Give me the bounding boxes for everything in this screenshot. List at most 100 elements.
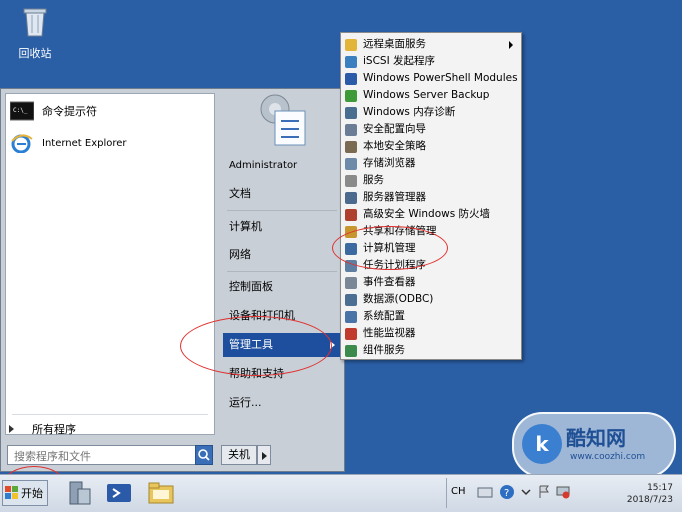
- clock[interactable]: 15:17 2018/7/23: [627, 482, 673, 506]
- places-divider: [227, 210, 337, 211]
- submenu-item[interactable]: 事件查看器: [343, 274, 519, 291]
- backup-icon: [345, 89, 357, 102]
- storage-icon: [345, 157, 357, 170]
- firewall-icon: [345, 208, 357, 221]
- submenu-item[interactable]: Windows Server Backup: [343, 87, 519, 104]
- search-icon: [198, 449, 210, 461]
- component-services-icon: [345, 344, 357, 357]
- pinned-item-label: 命令提示符: [42, 105, 97, 118]
- search-input[interactable]: [12, 447, 196, 465]
- security-wizard-icon: [345, 123, 357, 136]
- policy-icon: [345, 140, 357, 153]
- submenu-item-label: Windows 内存诊断: [363, 106, 456, 118]
- pinned-item-cmd[interactable]: C:\_ 命令提示符: [10, 98, 97, 124]
- watermark-logo: k: [522, 424, 562, 464]
- submenu-item[interactable]: 组件服务: [343, 342, 519, 359]
- clock-date: 2018/7/23: [626, 495, 673, 505]
- submenu-item[interactable]: 远程桌面服务: [343, 36, 519, 53]
- submenu-item-label: Windows PowerShell Modules: [363, 72, 518, 84]
- recycle-bin-label: 回收站: [18, 47, 52, 60]
- start-menu: C:\_ 命令提示符 Internet Explorer 所有程序 关机: [0, 88, 345, 472]
- search-button[interactable]: [195, 445, 213, 465]
- start-button[interactable]: 开始: [2, 480, 48, 506]
- submenu-item-label: 本地安全策略: [363, 140, 426, 152]
- perf-monitor-icon: [345, 327, 357, 340]
- recycle-bin[interactable]: 回收站: [8, 6, 62, 61]
- all-programs-button[interactable]: 所有程序: [9, 421, 76, 437]
- arrow-right-icon: [509, 41, 513, 49]
- help-icon[interactable]: ?: [499, 484, 515, 500]
- annotation-ellipse: [332, 226, 448, 270]
- start-menu-places-pane: Administrator 文档 计算机 网络 控制面板 设备和打印机 管理工具…: [221, 89, 341, 469]
- submenu-item-label: 系统配置: [363, 310, 405, 322]
- submenu-item[interactable]: Windows 内存诊断: [343, 104, 519, 121]
- places-divider: [227, 271, 337, 272]
- start-label: 开始: [21, 487, 43, 500]
- pinned-item-ie[interactable]: Internet Explorer: [10, 130, 127, 156]
- powershell-icon: [345, 72, 357, 85]
- submenu-item-label: 存储浏览器: [363, 157, 416, 169]
- watermark-name: 酷知网: [566, 426, 626, 450]
- arrow-right-icon: [9, 425, 14, 433]
- msconfig-icon: [345, 310, 357, 323]
- folder-explorer-icon[interactable]: [146, 479, 176, 507]
- globe-icon: [345, 55, 357, 68]
- admin-tools-submenu: 远程桌面服务 iSCSI 发起程序 Windows PowerShell Modul…: [340, 32, 522, 360]
- submenu-item[interactable]: 高级安全 Windows 防火墙: [343, 206, 519, 223]
- ie-icon: [11, 134, 33, 153]
- svg-text:?: ?: [504, 488, 509, 499]
- user-name[interactable]: Administrator: [223, 154, 341, 178]
- submenu-item-label: 服务: [363, 174, 384, 186]
- network-icon[interactable]: [555, 484, 571, 500]
- taskbar: 开始 CH ? 15:17 2018/7/23: [0, 474, 682, 512]
- submenu-item-label: iSCSI 发起程序: [363, 55, 436, 67]
- odbc-icon: [345, 293, 357, 306]
- folder-icon: [345, 38, 357, 51]
- submenu-item[interactable]: 安全配置向导: [343, 121, 519, 138]
- system-tray: CH ? 15:17 2018/7/23: [446, 478, 681, 508]
- menu-computer[interactable]: 计算机: [223, 215, 341, 239]
- submenu-item[interactable]: 服务: [343, 172, 519, 189]
- submenu-item-label: 数据源(ODBC): [363, 293, 434, 305]
- keyboard-icon[interactable]: [477, 484, 493, 500]
- submenu-item-label: Windows Server Backup: [363, 89, 490, 101]
- watermark: k 酷知网 www.coozhi.com: [512, 412, 676, 478]
- submenu-item[interactable]: 存储浏览器: [343, 155, 519, 172]
- flag-icon[interactable]: [537, 484, 551, 500]
- svg-text:C:\_: C:\_: [13, 107, 28, 114]
- programs-divider: [12, 414, 208, 415]
- language-indicator[interactable]: CH: [451, 486, 466, 497]
- annotation-ellipse: [180, 316, 332, 376]
- menu-control-panel[interactable]: 控制面板: [223, 275, 341, 299]
- powershell-icon[interactable]: [104, 479, 134, 507]
- cmd-icon: C:\_: [10, 101, 34, 121]
- menu-run[interactable]: 运行...: [223, 391, 341, 415]
- submenu-item[interactable]: 服务器管理器: [343, 189, 519, 206]
- user-picture-icon: [260, 94, 306, 146]
- submenu-item-label: 性能监视器: [363, 327, 416, 339]
- submenu-item-label: 组件服务: [363, 344, 405, 356]
- submenu-item[interactable]: iSCSI 发起程序: [343, 53, 519, 70]
- submenu-item[interactable]: 系统配置: [343, 308, 519, 325]
- server-manager-icon[interactable]: [64, 479, 94, 507]
- pinned-item-label: Internet Explorer: [42, 137, 127, 149]
- recycle-bin-icon: [23, 8, 47, 37]
- all-programs-label: 所有程序: [32, 423, 76, 436]
- submenu-item[interactable]: Windows PowerShell Modules: [343, 70, 519, 87]
- event-viewer-icon: [345, 276, 357, 289]
- menu-network[interactable]: 网络: [223, 243, 341, 267]
- services-icon: [345, 174, 357, 187]
- windows-logo-icon: [5, 486, 18, 499]
- menu-documents[interactable]: 文档: [223, 182, 341, 206]
- submenu-item[interactable]: 数据源(ODBC): [343, 291, 519, 308]
- submenu-item[interactable]: 本地安全策略: [343, 138, 519, 155]
- submenu-item-label: 高级安全 Windows 防火墙: [363, 208, 491, 220]
- chevron-down-icon[interactable]: [519, 484, 533, 500]
- search-box[interactable]: [7, 445, 213, 465]
- clock-time: 15:17: [647, 483, 673, 493]
- submenu-item[interactable]: 性能监视器: [343, 325, 519, 342]
- server-manager-icon: [345, 191, 357, 204]
- submenu-item-label: 服务器管理器: [363, 191, 426, 203]
- submenu-item-label: 事件查看器: [363, 276, 416, 288]
- submenu-item-label: 远程桌面服务: [363, 38, 426, 50]
